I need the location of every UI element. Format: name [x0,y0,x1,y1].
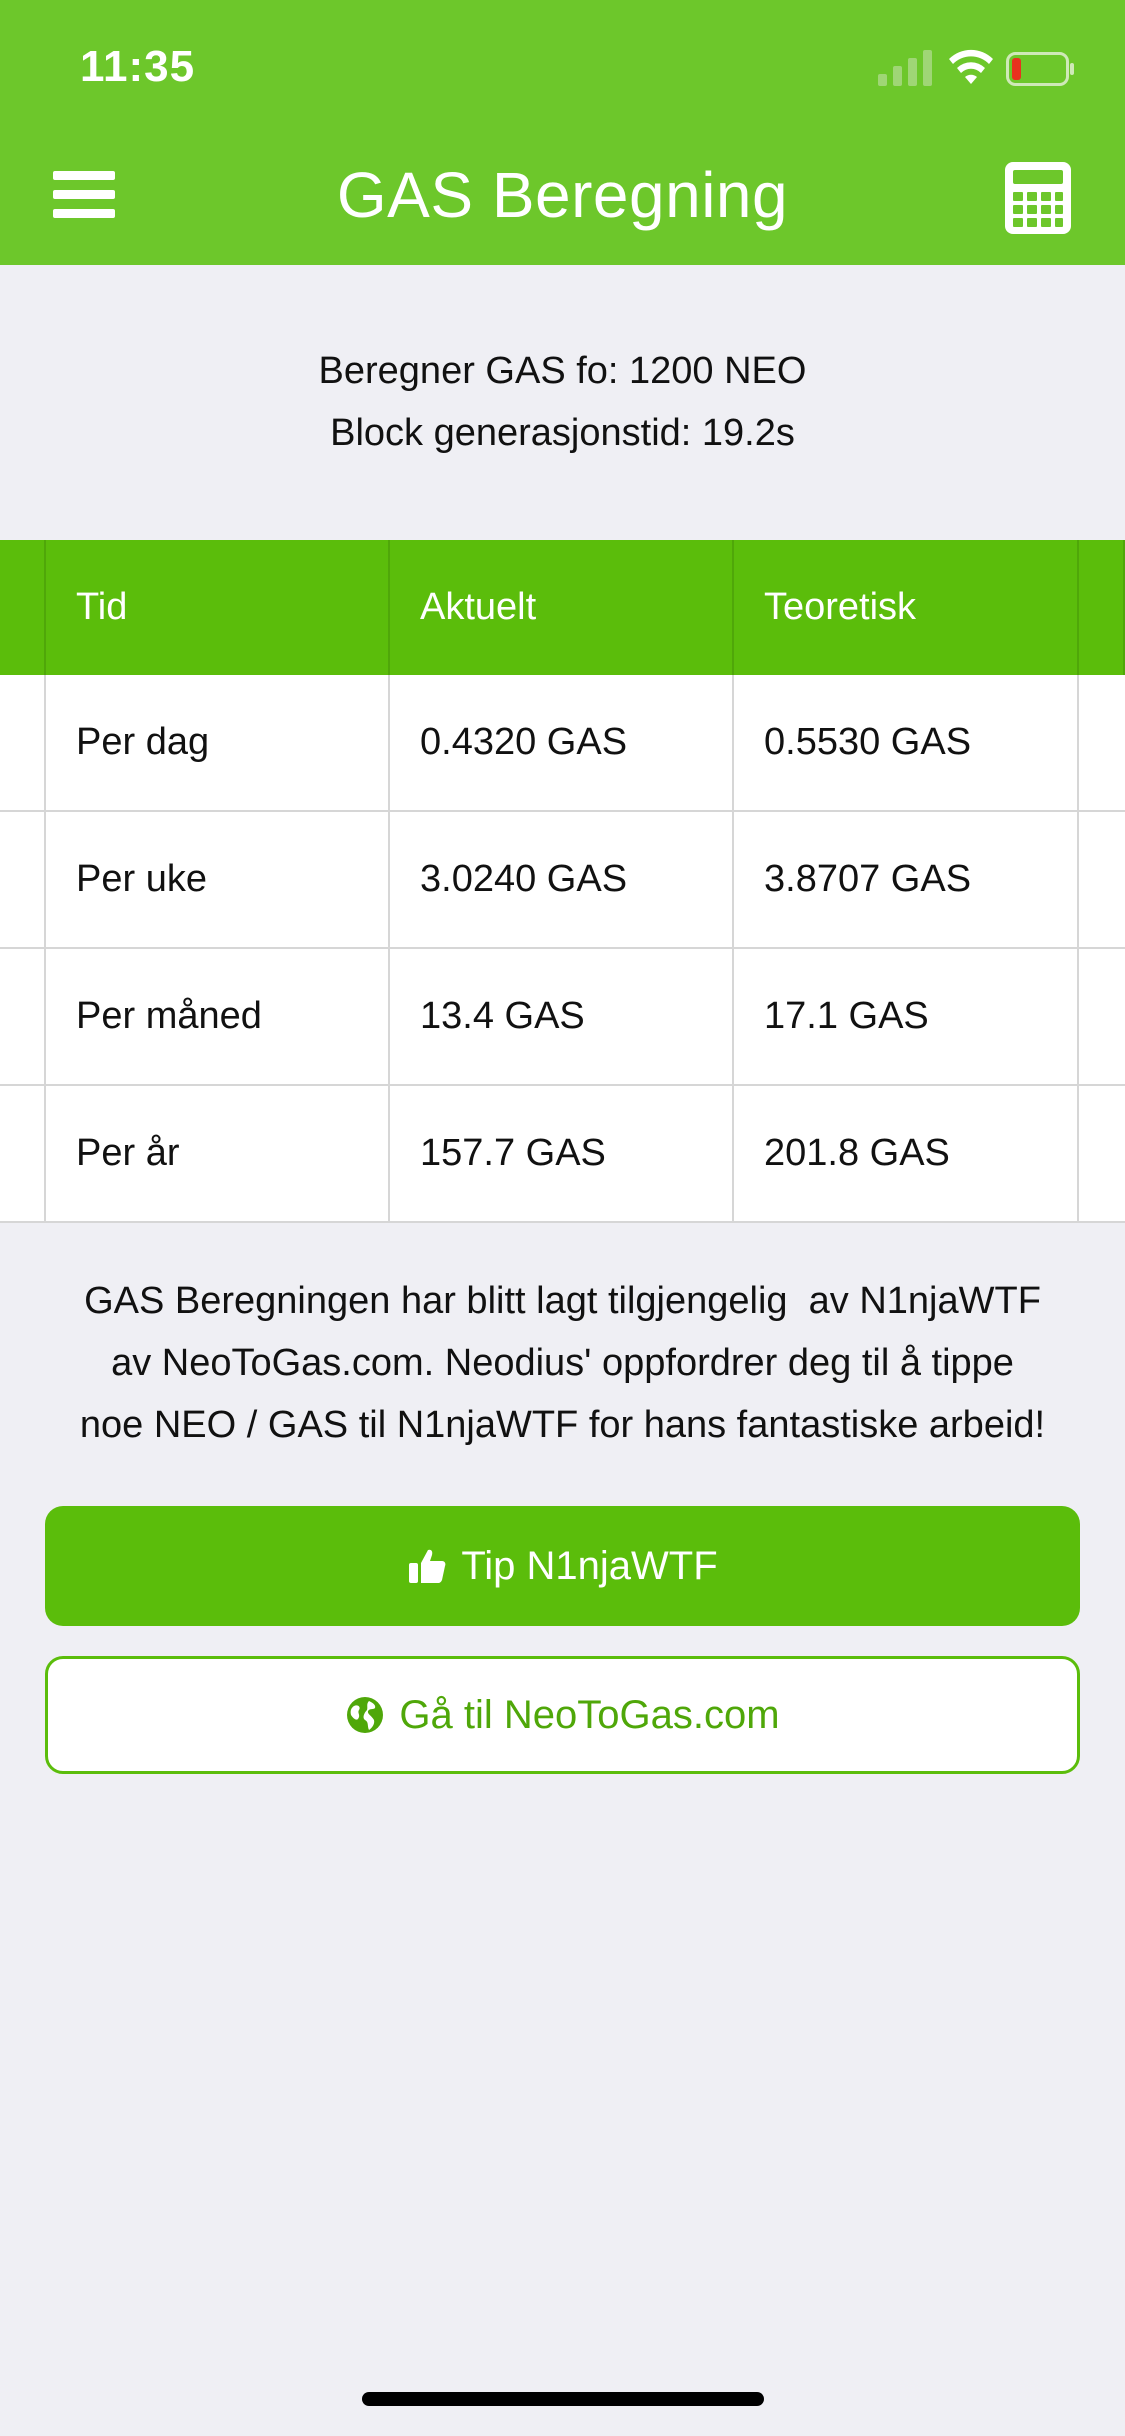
calculator-icon[interactable] [1003,160,1073,236]
table-row: Per år 157.7 GAS 201.8 GAS [0,1086,1125,1223]
table-edge-cell [0,812,46,947]
tip-button[interactable]: Tip N1njaWTF [45,1506,1080,1626]
table-edge-cell [1079,675,1125,810]
thumbs-up-icon [409,1549,446,1583]
globe-icon [347,1697,384,1733]
credit-note: GAS Beregningen har blitt lagt tilgjenge… [20,1270,1105,1456]
tip-button-label: Tip N1njaWTF [461,1543,718,1588]
table-edge-cell [0,1086,46,1221]
app-header: 11:35 GAS Beregning [0,0,1125,265]
table-edge-cell [0,949,46,1084]
table-cell-period: Per måned [46,949,390,1084]
neo-amount-text: Beregner GAS fo: 1200 NEO [318,350,807,392]
column-header-aktuelt: Aktuelt [390,540,734,675]
home-indicator[interactable] [362,2392,764,2406]
table-cell-actual: 13.4 GAS [390,949,734,1084]
table-cell-actual: 0.4320 GAS [390,675,734,810]
calculation-info: Beregner GAS fo: 1200 NEO Block generasj… [0,340,1125,464]
table-cell-period: Per dag [46,675,390,810]
neotogas-link-button[interactable]: Gå til NeoToGas.com [45,1656,1080,1774]
page-title: GAS Beregning [336,159,789,231]
wifi-icon [949,49,993,84]
table-cell-period: Per uke [46,812,390,947]
table-edge-cell [0,675,46,810]
table-edge-cell [1079,812,1125,947]
table-row: Per dag 0.4320 GAS 0.5530 GAS [0,675,1125,812]
cellular-signal-icon [878,50,932,86]
table-edge-cell [0,540,46,675]
credit-note-line: av NeoToGas.com. Neodius' oppfordrer deg… [111,1342,1014,1384]
column-header-teoretisk: Teoretisk [734,540,1079,675]
credit-note-line: GAS Beregningen har blitt lagt tilgjenge… [84,1280,1041,1322]
battery-icon [1006,52,1074,86]
table-cell-period: Per år [46,1086,390,1221]
table-cell-theoretical: 17.1 GAS [734,949,1079,1084]
table-edge-cell [1079,949,1125,1084]
block-time-text: Block generasjonstid: 19.2s [330,412,795,454]
status-time: 11:35 [80,42,196,91]
column-header-tid: Tid [46,540,390,675]
table-cell-theoretical: 0.5530 GAS [734,675,1079,810]
table-cell-theoretical: 3.8707 GAS [734,812,1079,947]
table-row: Per måned 13.4 GAS 17.1 GAS [0,949,1125,1086]
table-cell-theoretical: 201.8 GAS [734,1086,1079,1221]
table-header-row: Tid Aktuelt Teoretisk [0,540,1125,675]
link-button-label: Gå til NeoToGas.com [399,1692,780,1737]
table-cell-actual: 3.0240 GAS [390,812,734,947]
table-row: Per uke 3.0240 GAS 3.8707 GAS [0,812,1125,949]
credit-note-line: noe NEO / GAS til N1njaWTF for hans fant… [79,1404,1046,1446]
gas-table: Tid Aktuelt Teoretisk Per dag 0.4320 GAS… [0,540,1125,1223]
table-cell-actual: 157.7 GAS [390,1086,734,1221]
table-edge-cell [1079,540,1125,675]
table-edge-cell [1079,1086,1125,1221]
